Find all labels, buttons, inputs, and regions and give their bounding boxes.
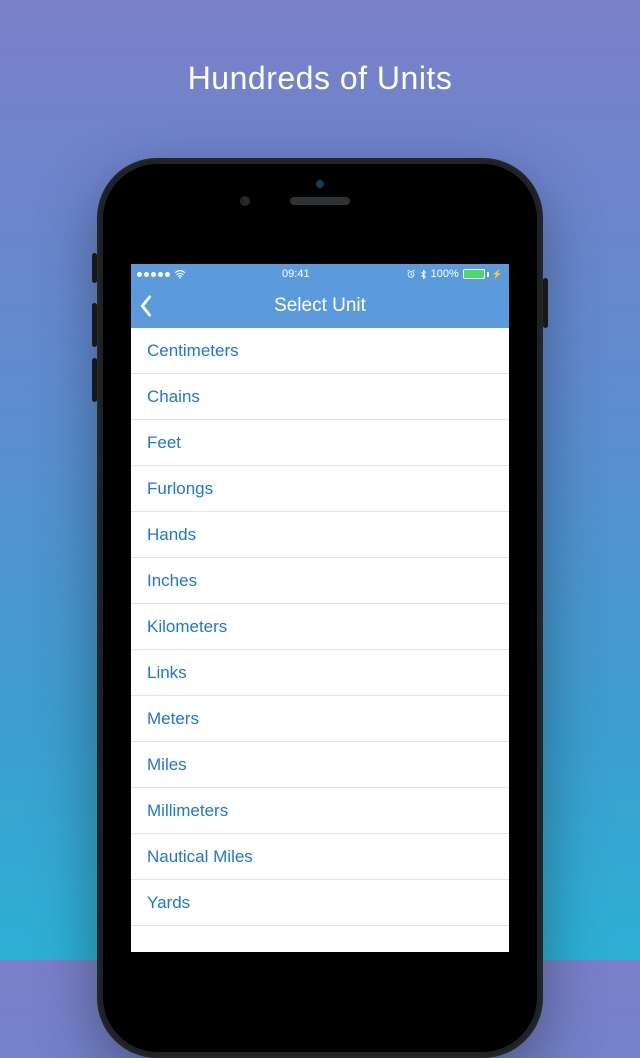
list-item[interactable]: Feet	[131, 420, 509, 466]
status-time: 09:41	[282, 268, 310, 280]
battery-percentage: 100%	[431, 268, 459, 280]
list-item[interactable]: Inches	[131, 558, 509, 604]
chevron-left-icon	[139, 295, 153, 317]
list-item[interactable]: Meters	[131, 696, 509, 742]
volume-down-button	[92, 358, 97, 402]
proximity-sensor	[316, 180, 324, 188]
front-camera	[240, 196, 250, 206]
list-item[interactable]: Millimeters	[131, 788, 509, 834]
status-bar: 09:41 100% ⚡	[131, 264, 509, 284]
screen: 09:41 100% ⚡	[131, 264, 509, 952]
volume-up-button	[92, 303, 97, 347]
unit-list[interactable]: CentimetersChainsFeetFurlongsHandsInches…	[131, 328, 509, 926]
wifi-icon	[174, 269, 186, 279]
alarm-icon	[406, 269, 416, 279]
list-item[interactable]: Furlongs	[131, 466, 509, 512]
list-item[interactable]: Kilometers	[131, 604, 509, 650]
list-item[interactable]: Links	[131, 650, 509, 696]
earpiece-speaker	[290, 197, 350, 205]
power-button	[543, 278, 548, 328]
page-title: Select Unit	[274, 295, 366, 317]
navigation-bar: Select Unit	[131, 284, 509, 328]
bluetooth-icon	[420, 269, 427, 280]
list-item[interactable]: Hands	[131, 512, 509, 558]
list-item[interactable]: Yards	[131, 880, 509, 926]
back-button[interactable]	[139, 284, 153, 328]
phone-frame: 09:41 100% ⚡	[97, 158, 543, 1058]
hero-title: Hundreds of Units	[0, 0, 640, 97]
list-item[interactable]: Miles	[131, 742, 509, 788]
mute-switch	[92, 253, 97, 283]
battery-icon: ⚡	[463, 269, 503, 280]
signal-strength-icon	[137, 272, 170, 277]
list-item[interactable]: Chains	[131, 374, 509, 420]
list-item[interactable]: Nautical Miles	[131, 834, 509, 880]
list-item[interactable]: Centimeters	[131, 328, 509, 374]
